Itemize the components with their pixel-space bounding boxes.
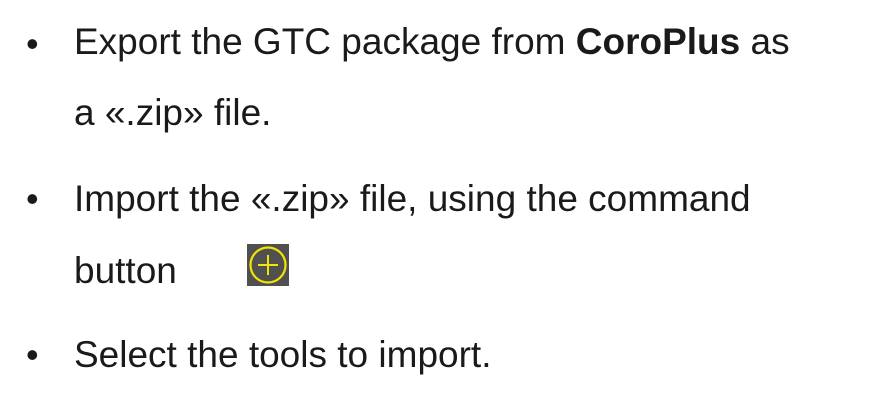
- add-command-button[interactable]: [247, 244, 289, 286]
- step-text: Export the GTC package from: [74, 21, 576, 62]
- instruction-list: • Export the GTC package from CoroPlus a…: [0, 0, 878, 399]
- bullet: •: [26, 334, 39, 375]
- circle-plus-icon: [247, 244, 289, 286]
- bullet: •: [26, 23, 39, 64]
- step-2-line-2: button: [74, 250, 177, 291]
- bullet: •: [26, 178, 39, 219]
- step-1-line-1: Export the GTC package from CoroPlus as: [74, 23, 790, 60]
- step-2-line-1: Import the «.zip» file, using the comman…: [74, 178, 751, 219]
- step-1-line-2: a «.zip» file.: [74, 92, 272, 133]
- brand-name: CoroPlus: [575, 21, 741, 62]
- step-text: as: [740, 21, 790, 62]
- step-3-line-1: Select the tools to import.: [74, 334, 492, 375]
